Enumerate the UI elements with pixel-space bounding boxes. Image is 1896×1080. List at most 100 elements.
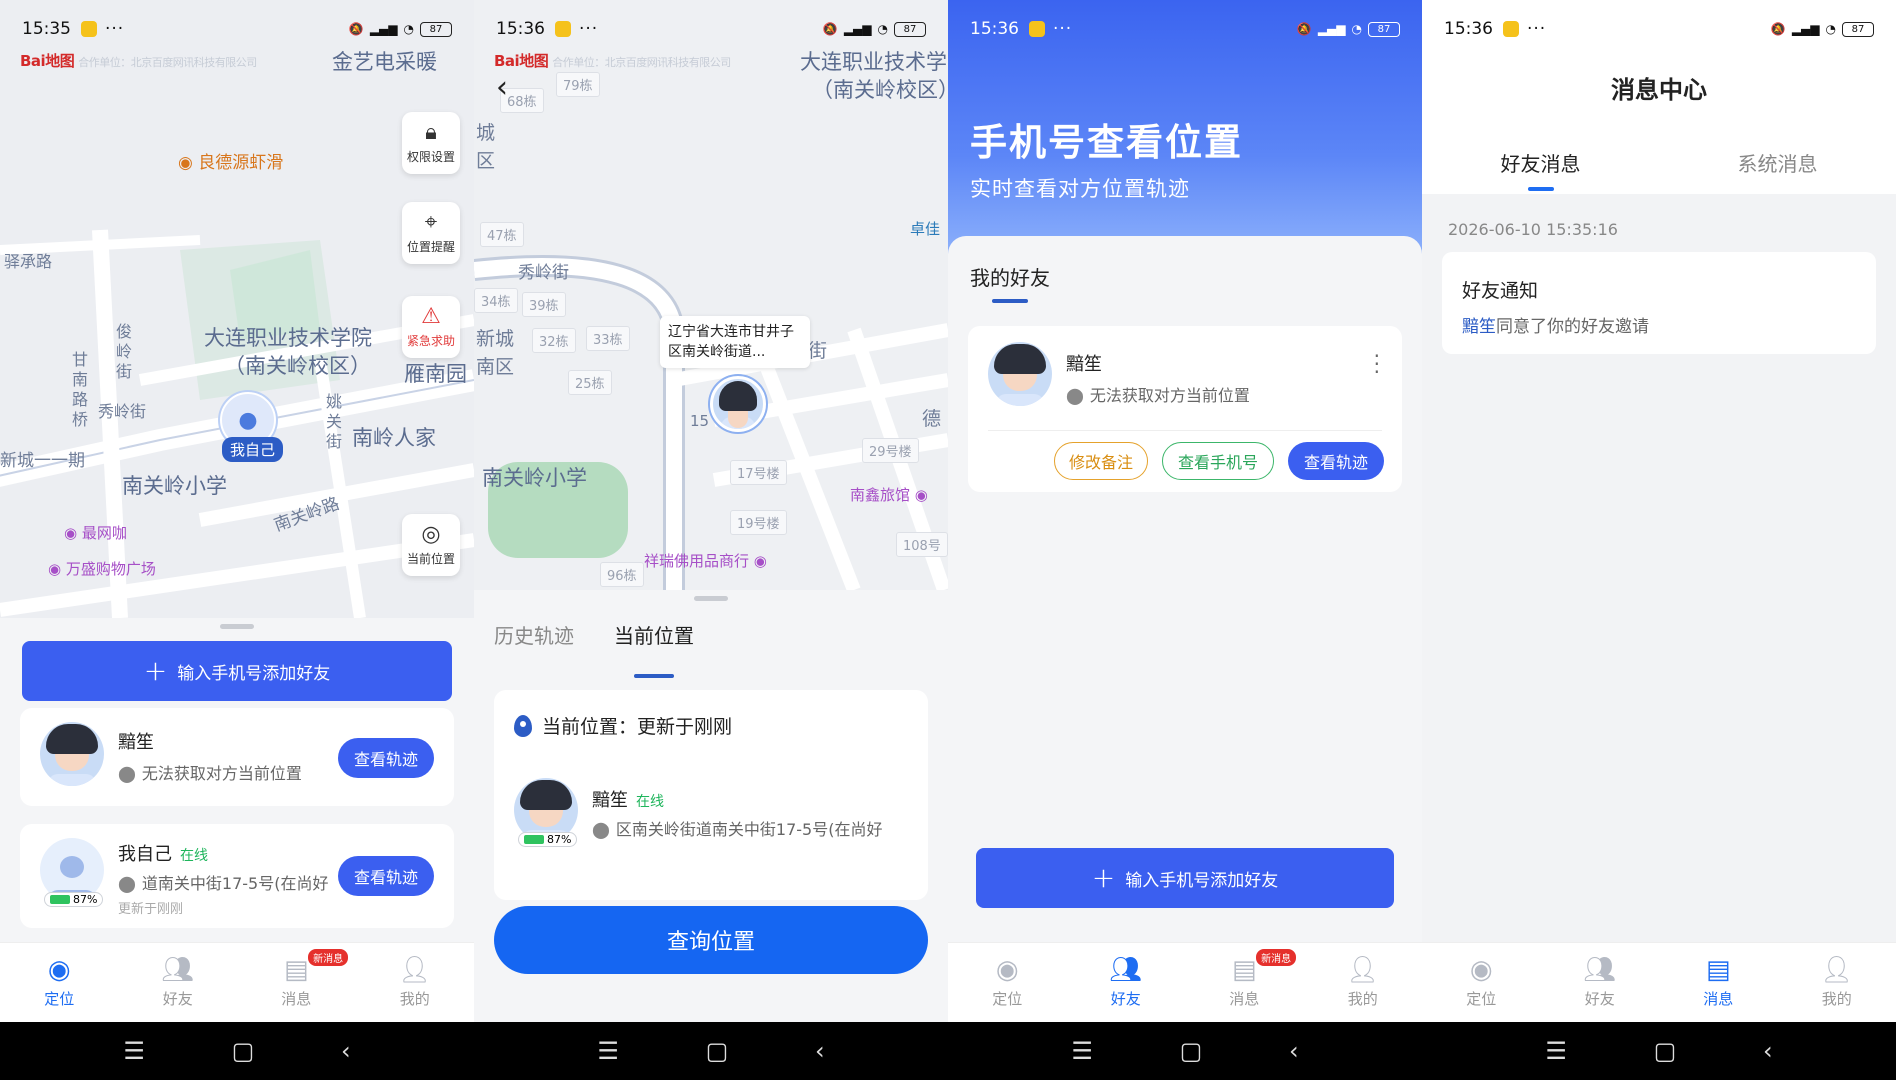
home-icon[interactable]: ▢ [1180, 1037, 1203, 1065]
sos-button[interactable]: ⚠ 紧急求助 [402, 296, 460, 358]
page-title: 消息中心 [1611, 76, 1707, 104]
location-reminder-button[interactable]: ⌖ 位置提醒 [402, 202, 460, 264]
locate-tab-icon: ◉ [47, 955, 71, 985]
message-tab-icon: ▤ [1231, 955, 1257, 985]
map-label: 秀岭街 [518, 263, 569, 283]
view-track-button[interactable]: 查看轨迹 [338, 856, 434, 896]
building-label: 19号楼 [730, 510, 787, 535]
map-poi: 祥瑞佛用品商行 ◉ [644, 552, 767, 570]
menu-icon[interactable]: ☰ [1545, 1037, 1567, 1065]
location-pin-icon: ⬤ [592, 820, 610, 839]
friend-location: ⬤ 无法获取对方当前位置 [1066, 386, 1250, 405]
map-label: 新城 [476, 328, 515, 350]
building-label: 39栋 [522, 292, 566, 317]
map-view[interactable]: Bai地图 合作单位：北京百度网讯科技有限公司 大连职业技术学 （南关岭校区） 7… [474, 0, 948, 590]
self-card[interactable]: 87% 我自己 在线 ⬤ 道南关中街17-5号(在尚好 更新于刚刚 查看轨迹 [20, 824, 454, 928]
tab-history-track[interactable]: 历史轨迹 [494, 620, 574, 668]
permission-settings-button[interactable]: 🔒︎ 权限设置 [402, 112, 460, 174]
map-view[interactable]: Bai地图 合作单位：北京百度网讯科技有限公司 金艺电采暖 ◉ 良德源虾滑 驿承路… [0, 0, 474, 618]
tab-messages[interactable]: ▤ 消息 [1659, 943, 1778, 1022]
self-name: 我自己 在线 [118, 844, 208, 865]
status-time: 15:36 [1444, 19, 1493, 39]
more-notifications-icon: ··· [1527, 19, 1547, 39]
sheet-drag-handle[interactable] [220, 624, 254, 629]
wifi-icon: ◔ [1825, 22, 1836, 36]
tab-mine[interactable]: 👤︎ 我的 [356, 943, 475, 1022]
tab-mine[interactable]: 👤︎ 我的 [1778, 943, 1896, 1022]
tab-friends[interactable]: 👥︎ 好友 [119, 943, 238, 1022]
battery-icon [50, 895, 70, 904]
map-label: 姚关街 [326, 392, 343, 451]
home-icon[interactable]: ▢ [1654, 1037, 1677, 1065]
tab-label: 消息 [1229, 990, 1260, 1008]
message-tab-icon: ▤ [283, 955, 309, 985]
profile-tab-icon: 👤︎ [1346, 955, 1380, 985]
new-message-badge: 新消息 [308, 949, 349, 966]
online-status: 在线 [180, 848, 208, 864]
add-friend-button[interactable]: + 输入手机号添加好友 [22, 641, 452, 701]
tab-mine[interactable]: 👤︎ 我的 [1304, 943, 1423, 1022]
battery-icon: 87 [1368, 21, 1400, 37]
more-notifications-icon: ··· [579, 19, 599, 39]
menu-icon[interactable]: ☰ [123, 1037, 145, 1065]
query-location-button[interactable]: 查询位置 [494, 906, 928, 974]
edit-remark-button[interactable]: 修改备注 [1054, 442, 1148, 480]
battery-badge: 87% [518, 832, 578, 847]
mute-icon: 🔕 [1770, 22, 1786, 36]
friend-name: 黯笙 [1066, 354, 1102, 375]
self-map-label: 我自己 [222, 437, 284, 462]
back-icon[interactable]: ‹ [1289, 1037, 1299, 1065]
message-title: 好友通知 [1462, 280, 1539, 302]
view-track-button[interactable]: 查看轨迹 [1288, 442, 1384, 480]
back-arrow-icon[interactable]: ‹ [496, 70, 508, 105]
friend-name: 黯笙 [118, 732, 154, 753]
tab-locate[interactable]: ◉ 定位 [0, 943, 119, 1022]
battery-badge: 87% [44, 892, 104, 907]
tab-locate[interactable]: ◉ 定位 [948, 943, 1067, 1022]
battery-icon: 87 [1842, 21, 1874, 37]
status-time: 15:36 [496, 19, 545, 39]
view-phone-button[interactable]: 查看手机号 [1162, 442, 1274, 480]
tab-friend-messages[interactable]: 好友消息 [1422, 148, 1659, 177]
panel-messages: 消息中心 好友消息 系统消息 15:36 ··· 🔕 ▂▄▆ ◔ 87 2026… [1422, 0, 1896, 1080]
more-options-icon[interactable]: · · · [1374, 346, 1380, 382]
home-icon[interactable]: ▢ [706, 1037, 729, 1065]
friend-card[interactable]: 黯笙 ⬤ 无法获取对方当前位置 查看轨迹 [20, 708, 454, 806]
tab-messages[interactable]: ▤ 消息 新消息 [1185, 943, 1304, 1022]
back-icon[interactable]: ‹ [341, 1037, 351, 1065]
tab-label: 定位 [44, 990, 75, 1008]
friend-card[interactable]: 黯笙 ⬤ 无法获取对方当前位置 · · · 修改备注 查看手机号 查看轨迹 [968, 326, 1402, 492]
back-icon[interactable]: ‹ [815, 1037, 825, 1065]
current-location-button[interactable]: ◎ 当前位置 [402, 514, 460, 576]
tab-friends[interactable]: 👥︎ 好友 [1067, 943, 1186, 1022]
tab-messages[interactable]: ▤ 消息 新消息 [237, 943, 356, 1022]
add-friend-button[interactable]: + 输入手机号添加好友 [976, 848, 1394, 908]
menu-icon[interactable]: ☰ [1071, 1037, 1093, 1065]
more-notifications-icon: ··· [1053, 19, 1073, 39]
battery-icon: 87 [420, 21, 452, 37]
alarm-icon: ⚠ [421, 303, 441, 329]
message-tab-icon: ▤ [1705, 955, 1731, 985]
building-label: 33栋 [586, 326, 630, 351]
tab-system-messages[interactable]: 系统消息 [1659, 148, 1896, 177]
friend-location: ⬤ 无法获取对方当前位置 [118, 764, 302, 783]
menu-icon[interactable]: ☰ [597, 1037, 619, 1065]
home-icon[interactable]: ▢ [232, 1037, 255, 1065]
message-card[interactable]: 好友通知 黯笙同意了你的好友邀请 [1442, 252, 1876, 354]
tab-friends[interactable]: 👥︎ 好友 [1541, 943, 1660, 1022]
status-bar: 15:36 ··· 🔕 ▂▄▆ ◔ 87 [1422, 0, 1896, 58]
sheet-drag-handle[interactable] [694, 596, 728, 601]
plus-icon: + [1091, 861, 1116, 894]
profile-tab-icon: 👤︎ [1820, 955, 1854, 985]
back-icon[interactable]: ‹ [1763, 1037, 1773, 1065]
friends-content: 我的好友 黯笙 ⬤ 无法获取对方当前位置 · · · 修改备注 查看手机号 查看轨迹 [948, 236, 1422, 942]
panel-friends: 手机号查看位置 实时查看对方位置轨迹 15:36 ··· 🔕 ▂▄▆ ◔ 87 … [948, 0, 1422, 1080]
view-track-button[interactable]: 查看轨迹 [338, 738, 434, 778]
tab-label: 我的 [1347, 990, 1378, 1008]
tab-label: 定位 [1466, 990, 1497, 1008]
tab-current-location[interactable]: 当前位置 [614, 620, 694, 678]
status-icons: 🔕 ▂▄▆ ◔ 87 [1770, 21, 1874, 37]
tab-locate[interactable]: ◉ 定位 [1422, 943, 1541, 1022]
friend-map-marker[interactable] [710, 376, 766, 432]
tab-label: 定位 [992, 990, 1023, 1008]
